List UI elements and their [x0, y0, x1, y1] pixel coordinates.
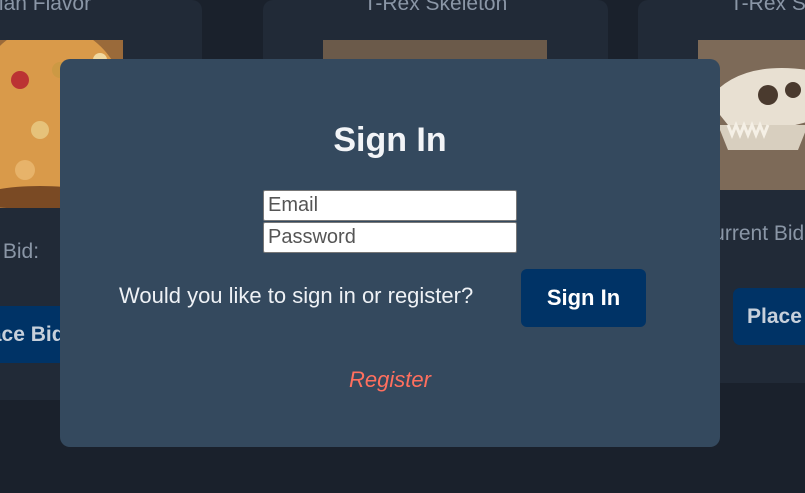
email-input[interactable]: [263, 190, 517, 221]
sign-in-modal: Sign In Would you like to sign in or reg…: [60, 59, 720, 447]
register-link[interactable]: Register: [60, 367, 720, 393]
modal-overlay: Sign In Would you like to sign in or reg…: [0, 0, 805, 493]
password-input[interactable]: [263, 222, 517, 253]
sign-in-button[interactable]: Sign In: [521, 269, 646, 327]
sign-in-register-prompt: Would you like to sign in or register?: [119, 283, 474, 308]
modal-title: Sign In: [333, 121, 447, 159]
